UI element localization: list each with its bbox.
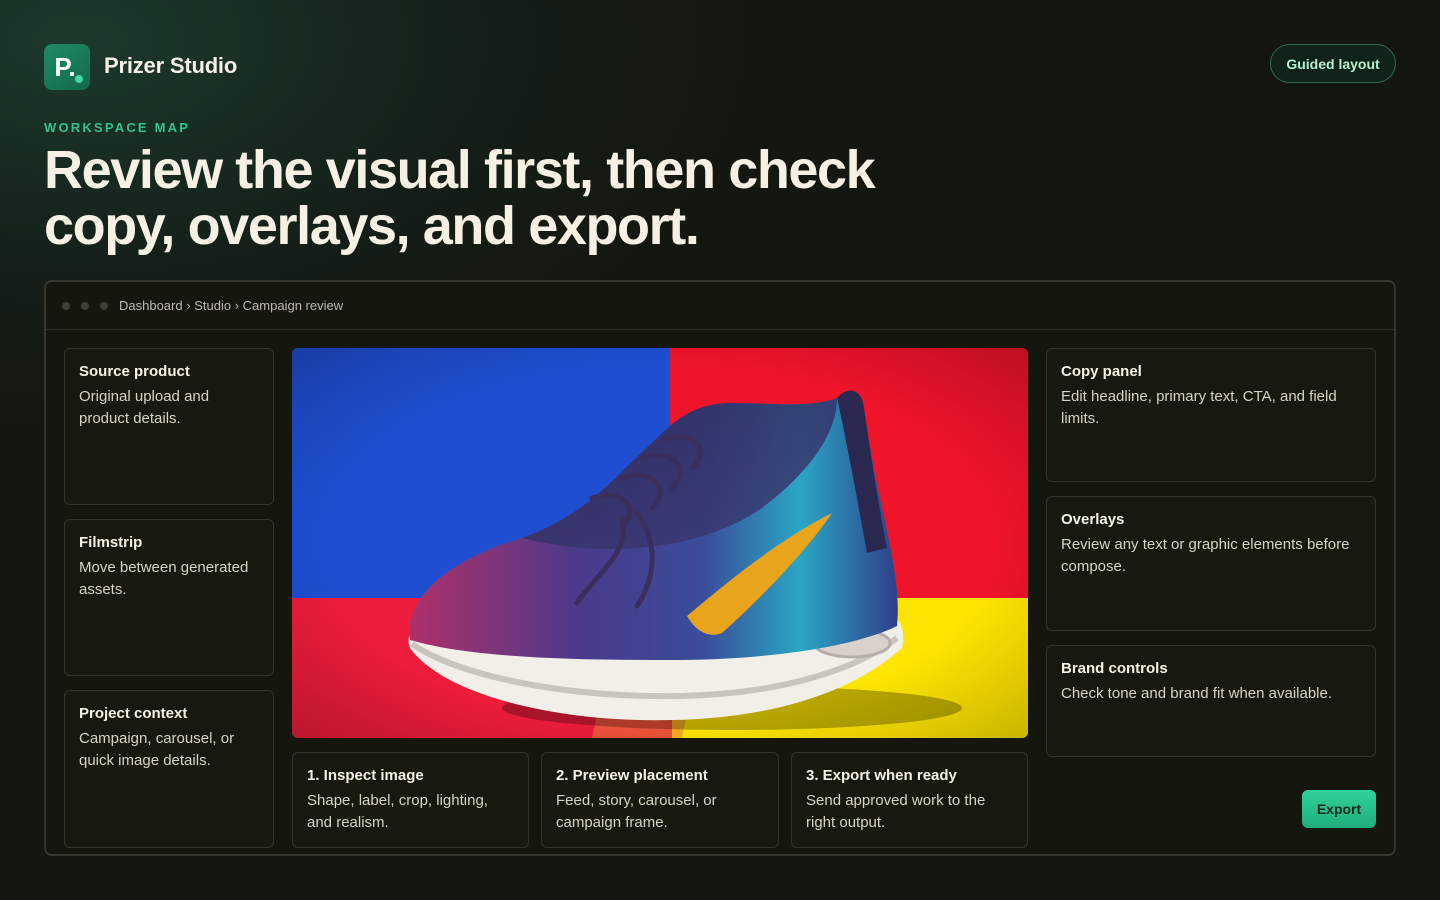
project-context-card[interactable]: Project context Campaign, carousel, or q… <box>64 690 274 848</box>
window-dot-icon <box>62 302 70 310</box>
card-description: Review any text or graphic elements befo… <box>1061 536 1350 575</box>
step-title: 3. Export when ready <box>806 767 957 784</box>
guided-layout-button[interactable]: Guided layout <box>1270 44 1396 83</box>
step-title: 1. Inspect image <box>307 767 424 784</box>
copy-panel-card[interactable]: Copy panel Edit headline, primary text, … <box>1046 348 1376 482</box>
step-description: Send approved work to the right output. <box>806 792 986 831</box>
section-eyebrow: WORKSPACE MAP <box>44 120 191 135</box>
card-description: Edit headline, primary text, CTA, and fi… <box>1061 388 1337 427</box>
step-preview-card[interactable]: 2. Preview placement Feed, story, carous… <box>541 752 779 848</box>
hero-product-image[interactable] <box>292 348 1028 738</box>
breadcrumb-item[interactable]: Dashboard <box>119 298 183 313</box>
window-titlebar: Dashboard › Studio › Campaign review <box>46 282 1394 330</box>
step-title: 2. Preview placement <box>556 767 708 784</box>
card-title: Brand controls <box>1061 660 1168 677</box>
step-inspect-card[interactable]: 1. Inspect image Shape, label, crop, lig… <box>292 752 529 848</box>
window-dot-icon <box>100 302 108 310</box>
card-description: Move between generated assets. <box>79 559 249 598</box>
source-product-card[interactable]: Source product Original upload and produ… <box>64 348 274 505</box>
export-button[interactable]: Export <box>1302 790 1376 828</box>
brand-controls-card[interactable]: Brand controls Check tone and brand fit … <box>1046 645 1376 757</box>
page-title: Review the visual first, then check copy… <box>44 140 876 256</box>
logo-letter: P. <box>54 51 76 82</box>
breadcrumb-separator: › <box>234 298 240 313</box>
breadcrumb: Dashboard › Studio › Campaign review <box>119 298 343 313</box>
breadcrumb-item: Campaign review <box>242 298 344 313</box>
card-title: Project context <box>79 705 188 722</box>
card-title: Source product <box>79 363 190 380</box>
logo-dot-icon <box>75 75 83 83</box>
card-description: Campaign, carousel, or quick image detai… <box>79 730 235 769</box>
card-description: Original upload and product details. <box>79 388 210 427</box>
sneaker-illustration <box>292 348 1028 738</box>
card-title: Copy panel <box>1061 363 1142 380</box>
breadcrumb-item[interactable]: Studio <box>194 298 231 313</box>
card-title: Overlays <box>1061 511 1125 528</box>
card-title: Filmstrip <box>79 534 143 551</box>
filmstrip-card[interactable]: Filmstrip Move between generated assets. <box>64 519 274 676</box>
overlays-card[interactable]: Overlays Review any text or graphic elem… <box>1046 496 1376 631</box>
step-description: Shape, label, crop, lighting, and realis… <box>307 792 488 831</box>
logo: P. <box>44 44 90 90</box>
workspace-window: Dashboard › Studio › Campaign review Sou… <box>44 280 1396 856</box>
card-description: Check tone and brand fit when available. <box>1061 685 1333 702</box>
step-description: Feed, story, carousel, or campaign frame… <box>556 792 717 831</box>
window-dot-icon <box>81 302 89 310</box>
step-export-card[interactable]: 3. Export when ready Send approved work … <box>791 752 1028 848</box>
brand-name: Prizer Studio <box>104 53 238 78</box>
breadcrumb-separator: › <box>186 298 191 313</box>
